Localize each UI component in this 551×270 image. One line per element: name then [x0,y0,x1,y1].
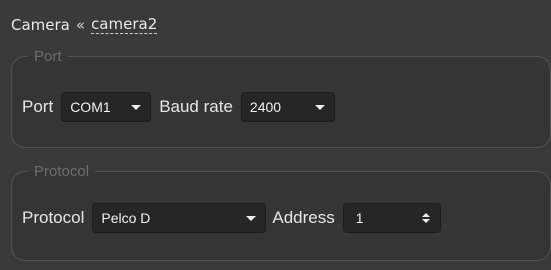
chevron-down-icon [246,216,257,221]
protocol-label: Protocol [22,208,85,227]
spinner-arrows-icon[interactable] [421,213,430,223]
address-spinbox-value: 1 [355,210,364,226]
port-row: Port COM1 Baud rate 2400 [22,92,335,122]
port-label: Port [22,97,54,116]
protocol-select[interactable]: Pelco D [92,203,267,233]
port-select-value: COM1 [70,99,111,115]
camera-link[interactable]: camera2 [91,15,158,34]
baud-rate-label: Baud rate [159,97,233,116]
title-text: Camera [11,15,70,34]
protocol-select-value: Pelco D [101,210,151,226]
baud-rate-select-value: 2400 [249,99,282,115]
page-title: Camera « camera2 [11,15,158,34]
chevron-down-icon [131,105,142,110]
breadcrumb-separator: « [75,15,86,34]
port-select[interactable]: COM1 [61,92,152,122]
address-spinbox[interactable]: 1 [342,203,441,233]
address-label: Address [272,208,335,227]
baud-rate-select[interactable]: 2400 [240,92,335,122]
protocol-row: Protocol Pelco D Address 1 [22,203,441,233]
spinner-up-icon[interactable] [421,213,430,217]
port-group-legend: Port [34,48,62,65]
spinner-down-icon[interactable] [421,219,430,223]
protocol-group-legend: Protocol [34,163,90,180]
chevron-down-icon [314,105,325,110]
